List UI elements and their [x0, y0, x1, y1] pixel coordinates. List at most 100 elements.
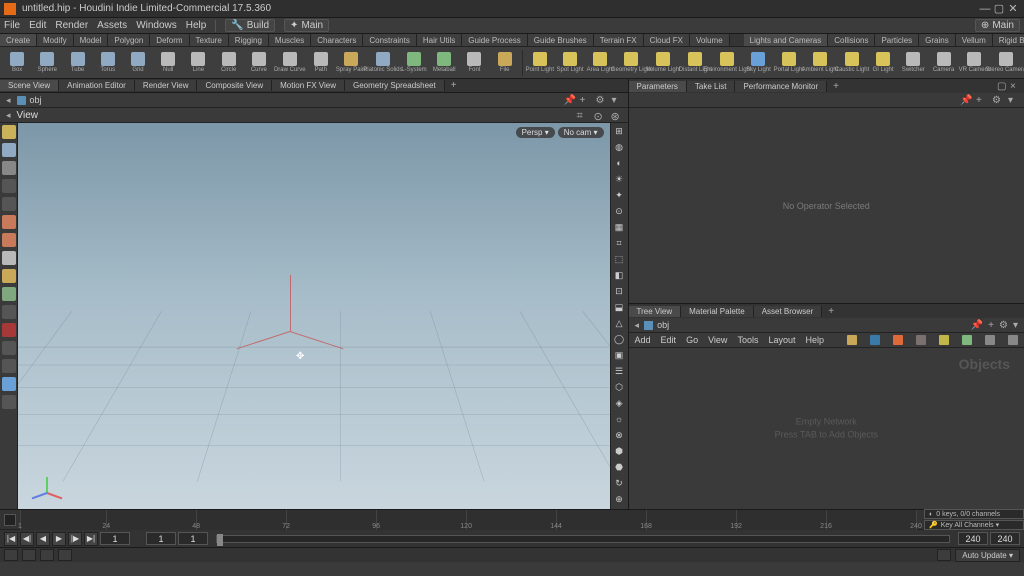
start-frame-field[interactable]	[178, 532, 208, 545]
main-menu-btn[interactable]: ✦ Main	[284, 19, 329, 32]
shelf-tool-distant-light[interactable]: Distant Light	[679, 48, 711, 78]
display-option-icon[interactable]: ▦	[613, 221, 625, 233]
pane-tab[interactable]: Scene View	[0, 80, 59, 91]
minimize-button[interactable]: —	[978, 3, 992, 15]
shelf-tab[interactable]: Constraints	[363, 34, 416, 46]
display-option-icon[interactable]: ☀	[613, 173, 625, 185]
path-crumb[interactable]: obj	[17, 95, 42, 105]
close-button[interactable]: ✕	[1006, 3, 1020, 15]
plus-icon[interactable]: +	[976, 95, 986, 105]
shelf-tool-line[interactable]: Line	[183, 48, 213, 78]
end-frame-field[interactable]	[958, 532, 988, 545]
last-frame-button[interactable]: ▶|	[84, 532, 98, 546]
viewport-tool-icon[interactable]	[2, 269, 16, 283]
net-path-crumb[interactable]: obj	[644, 320, 669, 330]
expand-icon[interactable]: ▢	[997, 81, 1007, 91]
timeline-toggle[interactable]	[4, 514, 16, 526]
pane-tab[interactable]: Take List	[687, 81, 736, 92]
viewport-tool-icon[interactable]	[2, 287, 16, 301]
net-menu-go[interactable]: Go	[686, 335, 698, 345]
viewport-tool-icon[interactable]	[2, 179, 16, 193]
net-menu-layout[interactable]: Layout	[768, 335, 795, 345]
shelf-tool-vr-camera[interactable]: VR Camera	[959, 48, 990, 78]
shelf-tool-point-light[interactable]: Point Light	[525, 48, 555, 78]
display-option-icon[interactable]: ⊕	[613, 493, 625, 505]
menu-assets[interactable]: Assets	[97, 20, 127, 31]
play-forward-button[interactable]: ▶	[52, 532, 66, 546]
status-icon-2[interactable]	[22, 549, 36, 561]
viewport-tool-icon[interactable]	[2, 125, 16, 139]
shelf-tool-camera[interactable]: Camera	[928, 48, 958, 78]
camera-dropdown[interactable]: No cam ▾	[558, 127, 604, 138]
gear-icon[interactable]: ⚙	[999, 320, 1008, 331]
net-menu-add[interactable]: Add	[635, 335, 651, 345]
plus-icon[interactable]: +	[580, 95, 590, 105]
display-option-icon[interactable]: ⬓	[613, 301, 625, 313]
display-option-icon[interactable]: ⌗	[613, 237, 625, 249]
display-option-icon[interactable]: ⬡	[613, 381, 625, 393]
timeline-ruler[interactable]: 124487296120144168192216240 ◐ 0 keys, 0/…	[0, 509, 1024, 529]
add-tab-button[interactable]: +	[827, 80, 845, 93]
shelf-tab[interactable]: Volume	[690, 34, 730, 46]
desktop-selector[interactable]: 🔧 Build	[225, 19, 275, 32]
shelf-tool-tube[interactable]: Tube	[62, 48, 92, 78]
shelf-tab[interactable]: Cloud FX	[644, 34, 690, 46]
display-option-icon[interactable]: ⊞	[613, 125, 625, 137]
display-option-icon[interactable]: ⬢	[613, 445, 625, 457]
viewport-tool-icon[interactable]	[2, 233, 16, 247]
display-option-icon[interactable]: ⊙	[613, 205, 625, 217]
persp-dropdown[interactable]: Persp ▾	[516, 127, 555, 138]
display-option-icon[interactable]: ✦	[613, 189, 625, 201]
shelf-tool-null[interactable]: Null	[153, 48, 183, 78]
shelf-tool-path[interactable]: Path	[306, 48, 336, 78]
pane-tab[interactable]: Parameters	[629, 81, 687, 92]
viewport-tool-icon[interactable]	[2, 341, 16, 355]
view-back-icon[interactable]: ◂	[6, 110, 11, 121]
net-tool-icon[interactable]	[893, 335, 903, 345]
add-tab-button[interactable]: +	[445, 79, 463, 92]
slider-thumb[interactable]	[217, 534, 223, 546]
shelf-tool-stereo-camera[interactable]: Stereo Camera	[990, 48, 1022, 78]
plus-icon[interactable]: +	[988, 320, 994, 331]
shelf-tool-platonic-solids[interactable]: Platonic Solids	[367, 48, 399, 78]
shelf-tool-environment-light[interactable]: Environment Light	[711, 48, 743, 78]
pane-tab[interactable]: Material Palette	[681, 306, 754, 317]
display-option-icon[interactable]: ☰	[613, 365, 625, 377]
play-reverse-button[interactable]: ◀	[36, 532, 50, 546]
shelf-tab[interactable]: Texture	[190, 34, 229, 46]
shelf-tab[interactable]: Polygon	[108, 34, 150, 46]
shelf-tool-sky-light[interactable]: Sky Light	[743, 48, 773, 78]
display-option-icon[interactable]: ⬚	[613, 253, 625, 265]
display-option-icon[interactable]: ◍	[613, 141, 625, 153]
shelf-tab[interactable]: Lights and Cameras	[744, 34, 829, 46]
shelf-tab[interactable]: Guide Brushes	[528, 34, 594, 46]
status-icon-1[interactable]	[4, 549, 18, 561]
viewport-tool-icon[interactable]	[2, 215, 16, 229]
shelf-tool-gi-light[interactable]: GI Light	[868, 48, 898, 78]
status-icon-4[interactable]	[58, 549, 72, 561]
net-menu-help[interactable]: Help	[805, 335, 824, 345]
net-menu-tools[interactable]: Tools	[737, 335, 758, 345]
shelf-tab[interactable]: Model	[74, 34, 109, 46]
net-tool-icon[interactable]	[870, 335, 880, 345]
key-all-button[interactable]: 🔑 Key All Channels ▾	[924, 520, 1024, 530]
menu-file[interactable]: File	[4, 20, 20, 31]
pane-tab[interactable]: Geometry Spreadsheet	[345, 80, 445, 91]
shelf-tool-sphere[interactable]: Sphere	[32, 48, 62, 78]
display-option-icon[interactable]: △	[613, 317, 625, 329]
chevron-down-icon[interactable]: ▾	[612, 95, 622, 105]
shelf-tab[interactable]: Characters	[311, 34, 363, 46]
pin-icon[interactable]: 📌	[564, 95, 574, 105]
menu-render[interactable]: Render	[55, 20, 88, 31]
shelf-tab[interactable]: Vellum	[956, 34, 993, 46]
radial-main[interactable]: ⊕ Main	[975, 19, 1020, 32]
snap-grid-icon[interactable]: ⌗	[577, 110, 588, 121]
prev-key-button[interactable]: ◀|	[20, 532, 34, 546]
net-tool-icon[interactable]	[916, 335, 926, 345]
close-pane-icon[interactable]: ×	[1010, 81, 1020, 91]
menu-edit[interactable]: Edit	[29, 20, 46, 31]
chevron-down-icon[interactable]: ▾	[1008, 95, 1018, 105]
pane-tab[interactable]: Tree View	[629, 306, 682, 317]
shelf-tool-grid[interactable]: Grid	[123, 48, 153, 78]
shelf-tool-spot-light[interactable]: Spot Light	[555, 48, 585, 78]
